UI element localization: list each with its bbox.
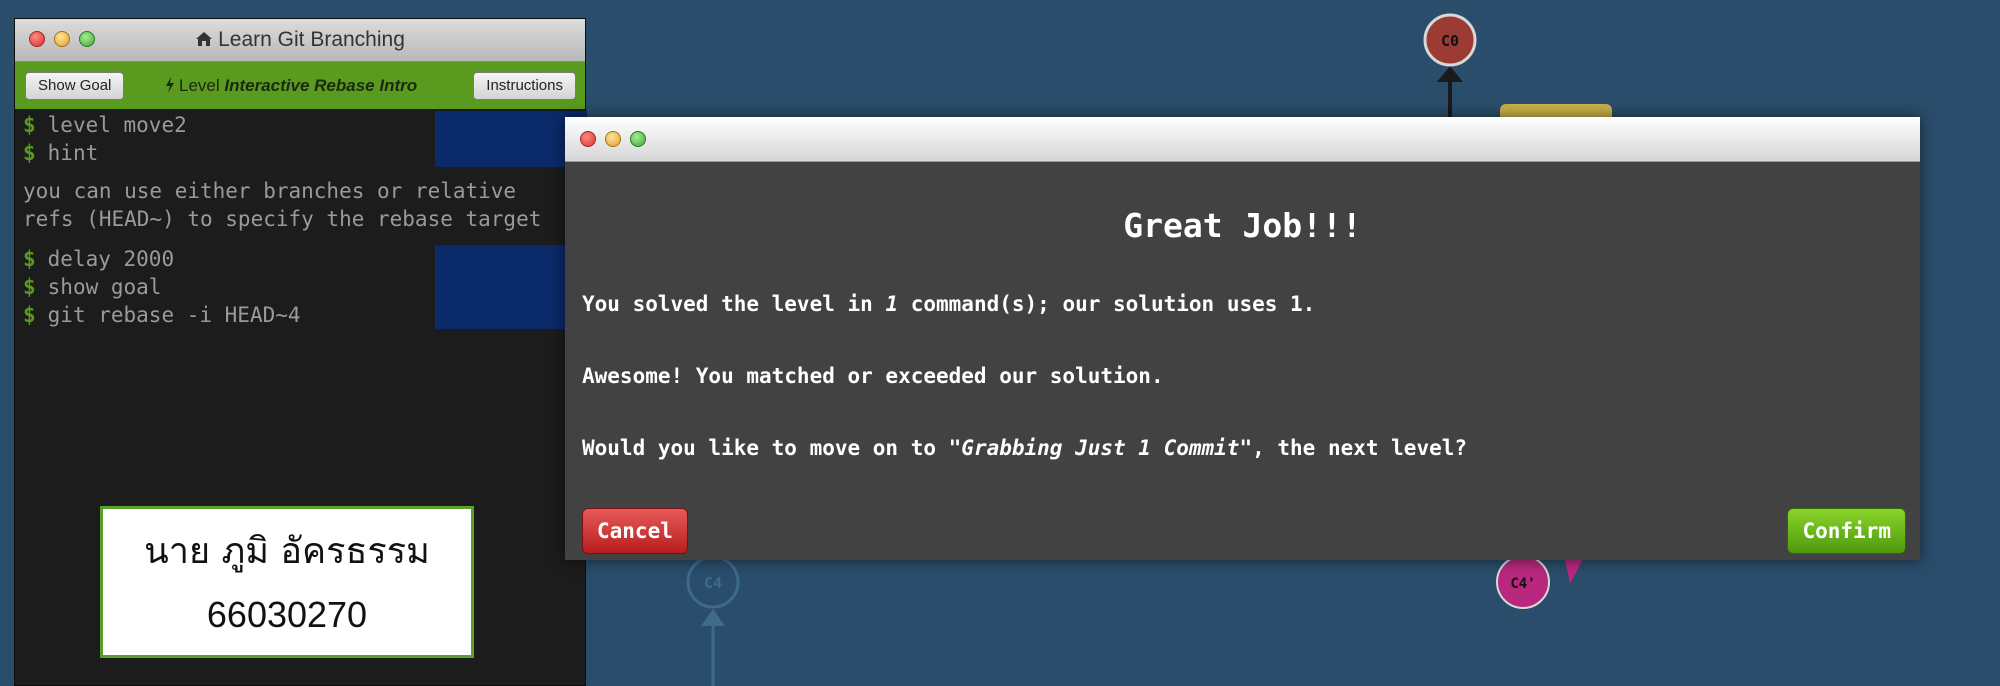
prompt-symbol: $ [23,247,36,271]
command-count: 1 [885,292,899,316]
level-indicator: Level Interactive Rebase Intro [165,62,417,109]
arrow-head-c4 [701,609,725,626]
confirm-button[interactable]: Confirm [1787,508,1906,554]
prompt-prefix: Would you like to move on to [582,436,949,460]
prompt-symbol: $ [23,303,36,327]
terminal-output: $ level move2 $ hint you can use either br… [15,109,587,329]
dialog-heading: Great Job!!! [1123,206,1362,245]
command-text: hint [47,141,99,165]
hint-output: you can use either branches or relative … [23,179,542,231]
dialog-titlebar [565,117,1920,162]
command-line: $ delay 2000 [15,245,587,273]
cancel-button[interactable]: Cancel [582,508,688,554]
terminal-title: Learn Git Branching [15,19,585,61]
summary-suffix: command(s); our solution uses 1. [898,292,1316,316]
command-text: git rebase -i HEAD~4 [47,303,301,327]
prompt-symbol: $ [23,141,36,165]
arrow-head-c0 [1437,66,1463,82]
level-toolbar: Show Goal Level Interactive Rebase Intro… [15,62,585,109]
level-prefix: Level [179,76,220,95]
student-id: 66030270 [206,594,368,635]
command-text: show goal [47,275,162,299]
minimize-window-icon[interactable] [605,131,621,147]
instructions-button[interactable]: Instructions [473,72,576,100]
dialog-window-controls [580,131,646,147]
commit-label-c4: C4 [704,574,722,592]
student-name: นาย ภูมิ อัครธรรม [144,531,430,572]
dialog-body: Great Job!!! You solved the level in 1 c… [565,162,1920,560]
commit-label-c0: C0 [1441,32,1459,50]
result-message: Awesome! You matched or exceeded our sol… [582,364,1164,388]
student-name-card: นาย ภูมิ อัครธรรม 66030270 [100,506,474,658]
level-complete-dialog: Great Job!!! You solved the level in 1 c… [565,117,1920,560]
terminal-title-text: Learn Git Branching [218,28,405,51]
lightning-icon [166,77,174,93]
command-line: $ hint [15,139,587,167]
maximize-window-icon[interactable] [630,131,646,147]
commit-label-c4prime: C4' [1510,576,1535,592]
solution-summary: You solved the level in 1 command(s); ou… [582,292,1315,316]
prompt-symbol: $ [23,275,36,299]
level-name: Interactive Rebase Intro [224,76,418,95]
command-line: $ git rebase -i HEAD~4 [15,301,587,329]
command-text: level move2 [47,113,187,137]
command-line: $ level move2 [15,111,587,139]
show-goal-button[interactable]: Show Goal [25,72,125,100]
close-window-icon[interactable] [580,131,596,147]
command-text: delay 2000 [47,247,175,271]
terminal-titlebar: Learn Git Branching [15,19,585,62]
summary-prefix: You solved the level in [582,292,886,316]
home-icon [195,31,213,47]
prompt-symbol: $ [23,113,36,137]
prompt-suffix: , the next level? [1252,436,1468,460]
next-level-name: "Grabbing Just 1 Commit" [948,436,1253,460]
command-line: $ show goal [15,273,587,301]
next-level-prompt: Would you like to move on to "Grabbing J… [582,436,1467,460]
